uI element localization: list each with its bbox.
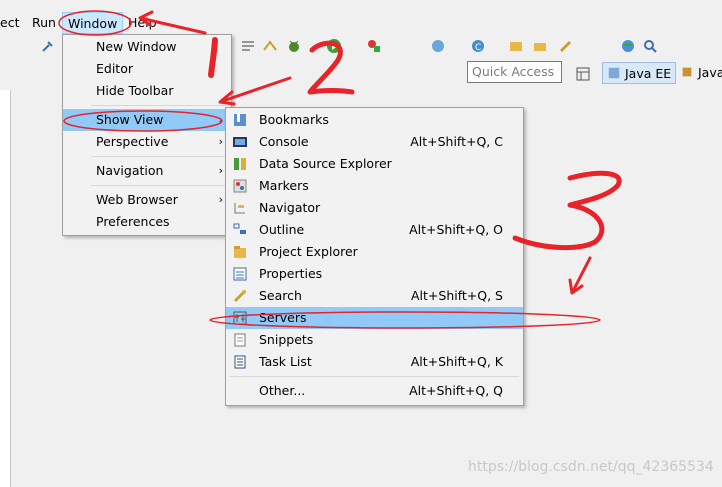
arrow-two bbox=[218, 76, 292, 106]
annotation-overlay bbox=[58, 10, 622, 329]
arrow-three bbox=[568, 256, 592, 295]
numeral-one bbox=[208, 37, 218, 78]
arrow-one bbox=[138, 10, 207, 35]
servers-circle bbox=[209, 311, 601, 329]
window-menu-circle bbox=[58, 10, 132, 36]
show-view-circle bbox=[63, 110, 223, 132]
numeral-three bbox=[512, 170, 622, 251]
numeral-two bbox=[307, 40, 355, 95]
